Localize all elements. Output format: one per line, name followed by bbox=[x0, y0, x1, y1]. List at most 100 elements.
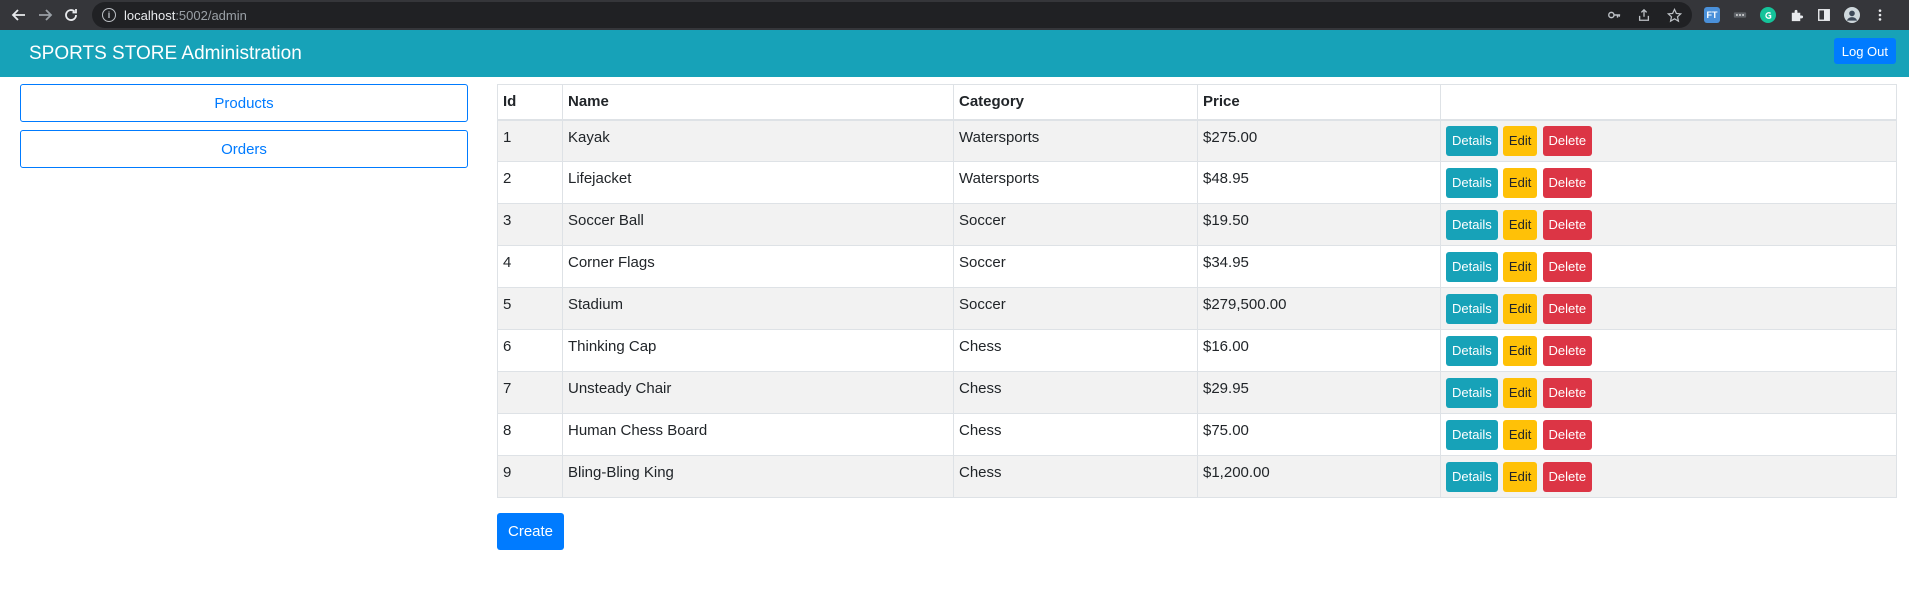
cell-name: Corner Flags bbox=[562, 245, 954, 288]
cell-actions: Details Edit Delete bbox=[1440, 119, 1897, 162]
bookmark-star-icon[interactable] bbox=[1666, 7, 1682, 23]
cell-price: $275.00 bbox=[1197, 119, 1441, 162]
cell-price: $16.00 bbox=[1197, 329, 1441, 372]
delete-button[interactable]: Delete bbox=[1542, 251, 1593, 282]
details-button[interactable]: Details bbox=[1446, 293, 1498, 324]
column-header-id: Id bbox=[497, 84, 563, 121]
sidebar-item-orders[interactable]: Orders bbox=[20, 130, 468, 168]
table-row: 7 Unsteady Chair Chess $29.95 Details Edit D… bbox=[497, 371, 1897, 414]
cell-id: 5 bbox=[497, 287, 563, 330]
cell-actions: Details Edit Delete bbox=[1440, 413, 1897, 456]
cell-actions: Details Edit Delete bbox=[1440, 245, 1897, 288]
cell-name: Soccer Ball bbox=[562, 203, 954, 246]
cell-actions: Details Edit Delete bbox=[1440, 329, 1897, 372]
cell-name: Unsteady Chair bbox=[562, 371, 954, 414]
main-panel: Id Name Category Price 1 Kayak Watersports… bbox=[497, 84, 1897, 550]
cell-price: $1,200.00 bbox=[1197, 455, 1441, 498]
forward-icon[interactable] bbox=[34, 4, 56, 26]
column-header-actions bbox=[1440, 84, 1897, 121]
table-row: 5 Stadium Soccer $279,500.00 Details Edit De… bbox=[497, 287, 1897, 330]
delete-button[interactable]: Delete bbox=[1542, 209, 1593, 240]
cell-name: Thinking Cap bbox=[562, 329, 954, 372]
extensions-puzzle-icon[interactable] bbox=[1788, 7, 1804, 23]
edit-button[interactable]: Edit bbox=[1502, 251, 1538, 282]
cell-actions: Details Edit Delete bbox=[1440, 455, 1897, 498]
details-button[interactable]: Details bbox=[1446, 251, 1498, 282]
details-button[interactable]: Details bbox=[1446, 209, 1498, 240]
browser-toolbar: i localhost:5002/admin FT bbox=[0, 0, 1909, 30]
cell-category: Soccer bbox=[953, 245, 1198, 288]
cell-price: $279,500.00 bbox=[1197, 287, 1441, 330]
cell-id: 3 bbox=[497, 203, 563, 246]
edit-button[interactable]: Edit bbox=[1502, 167, 1538, 198]
delete-button[interactable]: Delete bbox=[1542, 419, 1593, 450]
details-button[interactable]: Details bbox=[1446, 377, 1498, 408]
url-host: localhost bbox=[124, 7, 176, 23]
cell-category: Chess bbox=[953, 329, 1198, 372]
cell-actions: Details Edit Delete bbox=[1440, 371, 1897, 414]
edit-button[interactable]: Edit bbox=[1502, 461, 1538, 492]
create-button[interactable]: Create bbox=[497, 513, 565, 550]
address-bar[interactable]: i localhost:5002/admin bbox=[92, 2, 1692, 28]
table-row: 3 Soccer Ball Soccer $19.50 Details Edit Del… bbox=[497, 203, 1897, 246]
cell-id: 4 bbox=[497, 245, 563, 288]
grammarly-icon[interactable] bbox=[1760, 7, 1776, 23]
cell-name: Bling-Bling King bbox=[562, 455, 954, 498]
products-table: Id Name Category Price 1 Kayak Watersports… bbox=[497, 84, 1897, 498]
delete-button[interactable]: Delete bbox=[1542, 293, 1593, 324]
side-panel-icon[interactable] bbox=[1816, 7, 1832, 23]
cell-actions: Details Edit Delete bbox=[1440, 161, 1897, 204]
cell-category: Watersports bbox=[953, 161, 1198, 204]
edit-button[interactable]: Edit bbox=[1502, 125, 1538, 156]
reload-icon[interactable] bbox=[60, 4, 82, 26]
edit-button[interactable]: Edit bbox=[1502, 419, 1538, 450]
cell-name: Lifejacket bbox=[562, 161, 954, 204]
cell-id: 9 bbox=[497, 455, 563, 498]
delete-button[interactable]: Delete bbox=[1542, 377, 1593, 408]
page-content: Products Orders Id Name Category Price 1… bbox=[0, 77, 1909, 550]
cell-name: Stadium bbox=[562, 287, 954, 330]
details-button[interactable]: Details bbox=[1446, 419, 1498, 450]
edit-button[interactable]: Edit bbox=[1502, 209, 1538, 240]
delete-button[interactable]: Delete bbox=[1542, 125, 1593, 156]
edit-button[interactable]: Edit bbox=[1502, 335, 1538, 366]
details-button[interactable]: Details bbox=[1446, 461, 1498, 492]
app-title: SPORTS STORE Administration bbox=[29, 42, 302, 64]
share-icon[interactable] bbox=[1636, 7, 1652, 23]
cell-price: $48.95 bbox=[1197, 161, 1441, 204]
back-icon[interactable] bbox=[8, 4, 30, 26]
profile-avatar-icon[interactable] bbox=[1844, 7, 1860, 23]
sidebar: Products Orders bbox=[20, 84, 468, 550]
translate-extension-icon[interactable]: FT bbox=[1704, 7, 1720, 23]
cell-category: Soccer bbox=[953, 203, 1198, 246]
column-header-category: Category bbox=[953, 84, 1198, 121]
column-header-name: Name bbox=[562, 84, 954, 121]
edit-button[interactable]: Edit bbox=[1502, 377, 1538, 408]
cell-id: 8 bbox=[497, 413, 563, 456]
cell-category: Chess bbox=[953, 371, 1198, 414]
table-row: 1 Kayak Watersports $275.00 Details Edit Del… bbox=[497, 119, 1897, 162]
table-row: 8 Human Chess Board Chess $75.00 Details Edi… bbox=[497, 413, 1897, 456]
cell-category: Watersports bbox=[953, 119, 1198, 162]
cell-id: 6 bbox=[497, 329, 563, 372]
table-row: 2 Lifejacket Watersports $48.95 Details Edit… bbox=[497, 161, 1897, 204]
delete-button[interactable]: Delete bbox=[1542, 335, 1593, 366]
delete-button[interactable]: Delete bbox=[1542, 167, 1593, 198]
sidebar-item-products[interactable]: Products bbox=[20, 84, 468, 122]
key-icon[interactable] bbox=[1606, 7, 1622, 23]
details-button[interactable]: Details bbox=[1446, 335, 1498, 366]
details-button[interactable]: Details bbox=[1446, 167, 1498, 198]
details-button[interactable]: Details bbox=[1446, 125, 1498, 156]
cell-name: Kayak bbox=[562, 119, 954, 162]
more-dots-extension-icon[interactable] bbox=[1732, 7, 1748, 23]
logout-button[interactable]: Log Out bbox=[1833, 38, 1896, 64]
table-row: 9 Bling-Bling King Chess $1,200.00 Details E… bbox=[497, 455, 1897, 498]
cell-id: 7 bbox=[497, 371, 563, 414]
cell-price: $29.95 bbox=[1197, 371, 1441, 414]
table-header-row: Id Name Category Price bbox=[497, 84, 1897, 121]
chrome-menu-icon[interactable] bbox=[1872, 7, 1888, 23]
column-header-price: Price bbox=[1197, 84, 1441, 121]
delete-button[interactable]: Delete bbox=[1542, 461, 1593, 492]
site-info-icon[interactable]: i bbox=[102, 8, 116, 22]
edit-button[interactable]: Edit bbox=[1502, 293, 1538, 324]
